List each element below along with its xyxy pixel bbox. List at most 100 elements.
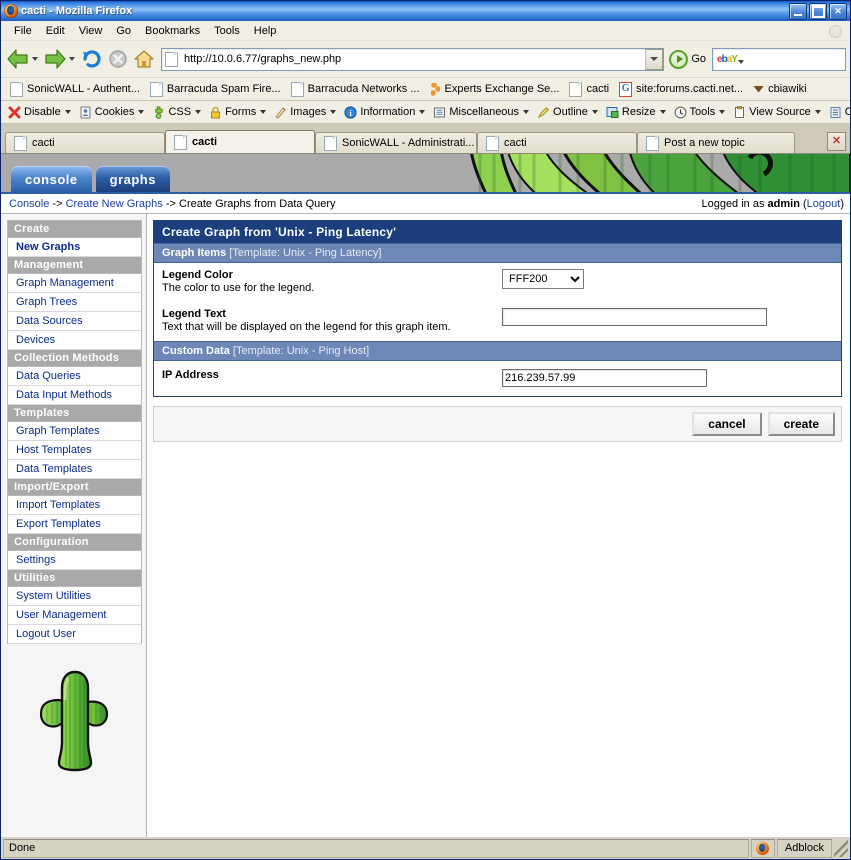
page-body: Create New Graphs Management Graph Manag… <box>1 214 850 837</box>
chevron-down-icon <box>64 110 71 114</box>
sidebar-item-graph-templates[interactable]: Graph Templates <box>8 422 141 441</box>
devbar-forms[interactable]: Forms <box>206 106 271 119</box>
tab-cacti-3[interactable]: cacti <box>477 132 637 153</box>
sidebar-item-data-queries[interactable]: Data Queries <box>8 367 141 386</box>
tab-cacti-2[interactable]: cacti <box>165 130 315 153</box>
maximize-button[interactable] <box>809 3 827 20</box>
create-button[interactable]: create <box>767 412 835 436</box>
bookmark-sonicwall[interactable]: SonicWALL - Authent... <box>6 80 144 99</box>
minimize-button[interactable] <box>789 3 807 20</box>
firefox-status-icon-cell[interactable] <box>750 838 775 858</box>
devbar-images[interactable]: Images <box>271 106 341 119</box>
legend-color-select[interactable]: FFF200 <box>502 269 584 289</box>
menu-tools[interactable]: Tools <box>207 23 247 39</box>
devbar-information[interactable]: i Information <box>341 105 430 119</box>
page-content: console graphs Console -> Create New Gra… <box>1 153 850 837</box>
bookmark-barracuda-spam[interactable]: Barracuda Spam Fire... <box>146 80 285 99</box>
sidebar-item-data-input-methods[interactable]: Data Input Methods <box>8 386 141 405</box>
devbar-label: Opti <box>845 106 850 118</box>
sidebar-item-new-graphs[interactable]: New Graphs <box>8 238 141 257</box>
close-tab-button[interactable]: ✕ <box>827 132 846 151</box>
devbar-resize[interactable]: Resize <box>603 106 671 119</box>
create-graph-panel: Create Graph from 'Unix - Ping Latency' … <box>153 220 842 397</box>
devbar-view-source[interactable]: View Source <box>730 105 826 119</box>
sidebar-header-utilities: Utilities <box>8 570 141 587</box>
reload-button[interactable] <box>79 46 105 72</box>
cancel-button[interactable]: cancel <box>692 412 762 436</box>
close-button[interactable]: ✕ <box>829 3 847 20</box>
logged-in-prefix: Logged in as <box>701 197 765 210</box>
sidebar-item-data-templates[interactable]: Data Templates <box>8 460 141 479</box>
go-icon <box>669 49 689 69</box>
url-input[interactable] <box>182 52 646 66</box>
bookmark-cacti[interactable]: cacti <box>565 80 613 99</box>
search-input[interactable] <box>743 52 845 66</box>
menu-go[interactable]: Go <box>109 23 138 39</box>
sidebar-item-user-management[interactable]: User Management <box>8 606 141 625</box>
resize-grip[interactable] <box>834 839 848 857</box>
url-bar[interactable] <box>161 47 665 71</box>
breadcrumb-console[interactable]: Console <box>9 198 49 210</box>
devbar-css[interactable]: CSS <box>149 106 206 119</box>
chevron-down-icon <box>659 110 666 114</box>
adblock-status[interactable]: Adblock <box>776 838 832 858</box>
tab-sonicwall[interactable]: SonicWALL - Administrati... <box>315 132 477 153</box>
tab-strip: cacti cacti SonicWALL - Administrati... … <box>1 124 850 153</box>
field-control <box>502 369 833 387</box>
logout-link[interactable]: Logout <box>807 198 841 210</box>
devbar-tools[interactable]: Tools <box>671 106 731 119</box>
tab-graphs[interactable]: graphs <box>95 166 170 192</box>
go-button[interactable]: Go <box>667 49 712 69</box>
navigation-toolbar: Go ebaY <box>1 41 850 78</box>
bookmark-cbiawiki[interactable]: cbiawiki <box>749 81 811 98</box>
menu-bar: File Edit View Go Bookmarks Tools Help <box>1 21 850 41</box>
sidebar-item-data-sources[interactable]: Data Sources <box>8 312 141 331</box>
menu-edit[interactable]: Edit <box>39 23 72 39</box>
devbar-outline[interactable]: Outline <box>534 106 603 119</box>
devbar-miscellaneous[interactable]: Miscellaneous <box>430 106 534 119</box>
ip-address-input[interactable] <box>502 369 707 387</box>
breadcrumb-separator: -> <box>52 197 63 210</box>
bookmark-cacti-forums[interactable]: G site:forums.cacti.net... <box>615 80 747 99</box>
chevron-down-icon <box>419 110 426 114</box>
devbar-options[interactable]: Opti <box>826 106 850 119</box>
forward-button[interactable] <box>42 46 68 72</box>
menu-help[interactable]: Help <box>247 23 284 39</box>
bookmark-experts-exchange[interactable]: Experts Exchange Se... <box>426 81 564 98</box>
stop-button[interactable] <box>105 46 131 72</box>
sidebar-item-export-templates[interactable]: Export Templates <box>8 515 141 534</box>
devbar-label: Forms <box>225 106 257 118</box>
url-dropdown-button[interactable] <box>645 48 664 70</box>
tab-post-new-topic[interactable]: Post a new topic <box>637 132 795 153</box>
sidebar-item-devices[interactable]: Devices <box>8 331 141 350</box>
sidebar-item-graph-management[interactable]: Graph Management <box>8 274 141 293</box>
devbar-label: Outline <box>553 106 588 118</box>
breadcrumb-create-new-graphs[interactable]: Create New Graphs <box>66 198 163 210</box>
devbar-disable[interactable]: Disable <box>5 106 76 119</box>
cactus-logo-wrapper <box>7 644 142 837</box>
menu-file[interactable]: File <box>7 23 39 39</box>
sidebar-item-logout-user[interactable]: Logout User <box>8 625 141 644</box>
menu-view[interactable]: View <box>72 23 110 39</box>
sidebar-item-settings[interactable]: Settings <box>8 551 141 570</box>
sidebar-item-import-templates[interactable]: Import Templates <box>8 496 141 515</box>
tab-console[interactable]: console <box>11 166 92 192</box>
forward-dropdown-icon[interactable] <box>69 57 75 61</box>
sidebar-item-graph-trees[interactable]: Graph Trees <box>8 293 141 312</box>
menu-bookmarks[interactable]: Bookmarks <box>138 23 207 39</box>
devbar-cookies[interactable]: Cookies <box>76 106 150 119</box>
ebay-search-icon[interactable]: ebaY <box>717 54 738 65</box>
search-bar[interactable]: ebaY <box>712 47 846 71</box>
bookmarks-toolbar: SonicWALL - Authent... Barracuda Spam Fi… <box>1 78 850 101</box>
tab-label: cacti <box>504 137 527 149</box>
back-dropdown-icon[interactable] <box>32 57 38 61</box>
legend-text-input[interactable] <box>502 308 767 326</box>
sidebar-item-host-templates[interactable]: Host Templates <box>8 441 141 460</box>
bookmark-label: site:forums.cacti.net... <box>636 83 744 95</box>
sidebar-item-system-utilities[interactable]: System Utilities <box>8 587 141 606</box>
back-button[interactable] <box>5 46 31 72</box>
bookmark-barracuda-networks[interactable]: Barracuda Networks ... <box>287 80 424 99</box>
tab-cacti-1[interactable]: cacti <box>5 132 165 153</box>
options-icon <box>829 106 842 119</box>
home-button[interactable] <box>131 46 157 72</box>
